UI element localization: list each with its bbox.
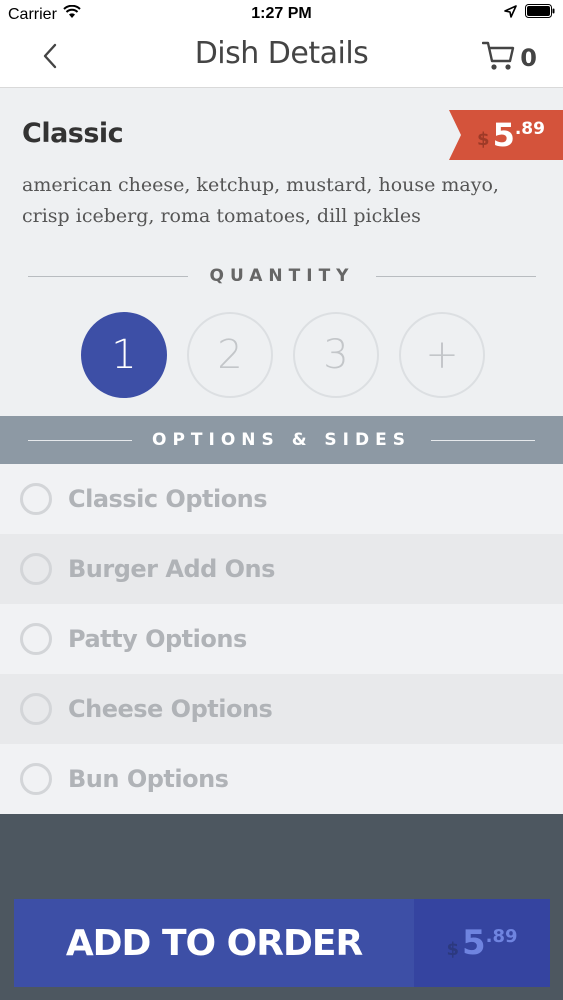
quantity-divider: QUANTITY — [28, 266, 537, 286]
add-to-order-button[interactable]: ADD TO ORDER $ 5 .89 — [14, 899, 550, 987]
quantity-label: QUANTITY — [209, 266, 355, 286]
price-currency: $ — [477, 128, 490, 150]
option-patty-options[interactable]: Patty Options — [0, 604, 563, 674]
price-fraction: .89 — [485, 925, 518, 947]
add-to-order-price: $ 5 .89 — [394, 899, 550, 987]
option-bun-options[interactable]: Bun Options — [0, 744, 563, 814]
radio-button[interactable] — [20, 693, 52, 725]
status-bar: Carrier 1:27 PM — [0, 0, 563, 30]
status-time: 1:27 PM — [251, 5, 312, 22]
add-to-order-label: ADD TO ORDER — [65, 922, 363, 964]
cart-button[interactable]: 0 — [482, 38, 537, 78]
option-label: Burger Add Ons — [68, 555, 275, 583]
cart-count: 0 — [520, 44, 537, 72]
quantity-option-3[interactable]: 3 — [293, 312, 379, 398]
option-classic-options[interactable]: Classic Options — [0, 464, 563, 534]
options-header-label: OPTIONS & SIDES — [152, 430, 411, 450]
dish-name: Classic — [22, 118, 124, 149]
page-title: Dish Details — [194, 36, 369, 71]
radio-button[interactable] — [20, 763, 52, 795]
price-tag: $ 5 .89 — [449, 110, 563, 160]
status-right — [504, 4, 555, 23]
location-arrow-icon — [504, 4, 517, 23]
quantity-selector: 1 2 3 + — [81, 312, 485, 398]
price-whole: 5 — [461, 923, 486, 963]
option-label: Classic Options — [68, 485, 268, 513]
nav-bar: Dish Details 0 — [0, 30, 563, 88]
quantity-option-1[interactable]: 1 — [81, 312, 167, 398]
quantity-option-2[interactable]: 2 — [187, 312, 273, 398]
option-label: Bun Options — [68, 765, 229, 793]
price-currency: $ — [446, 938, 459, 960]
divider-line — [376, 275, 537, 277]
radio-button[interactable] — [20, 483, 52, 515]
divider-line — [28, 439, 133, 441]
divider-line — [28, 275, 188, 277]
option-burger-add-ons[interactable]: Burger Add Ons — [0, 534, 563, 604]
divider-line — [430, 439, 535, 441]
battery-icon — [525, 4, 555, 23]
option-label: Cheese Options — [68, 695, 273, 723]
quantity-more-button[interactable]: + — [399, 312, 485, 398]
dish-description: american cheese, ketchup, mustard, house… — [22, 174, 499, 227]
radio-button[interactable] — [20, 623, 52, 655]
footer: ADD TO ORDER $ 5 .89 — [0, 815, 563, 1000]
options-list: Classic Options Burger Add Ons Patty Opt… — [0, 464, 563, 814]
radio-button[interactable] — [20, 553, 52, 585]
price-fraction: .89 — [514, 119, 545, 139]
options-header: OPTIONS & SIDES — [0, 416, 563, 464]
option-cheese-options[interactable]: Cheese Options — [0, 674, 563, 744]
cart-icon — [482, 40, 516, 77]
price-whole: 5 — [492, 116, 515, 154]
option-label: Patty Options — [68, 625, 247, 653]
dish-details: Classic $ 5 .89 american cheese, ketchup… — [0, 88, 563, 416]
